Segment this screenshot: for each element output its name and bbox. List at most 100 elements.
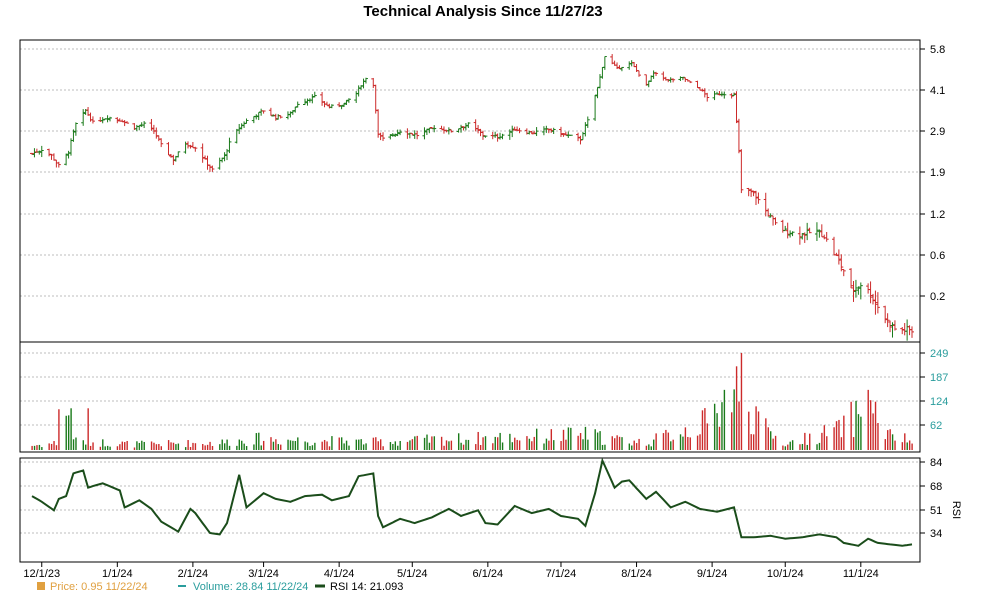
volume-bar xyxy=(755,406,757,450)
volume-bar xyxy=(126,440,128,450)
volume-bar xyxy=(109,446,111,450)
price-legend: Price: 0.95 11/22/24 xyxy=(50,581,148,593)
price-tick-label: 1.2 xyxy=(930,209,945,221)
volume-bar xyxy=(850,401,852,450)
volume-bar xyxy=(119,444,121,450)
volume-bar xyxy=(475,444,477,450)
volume-bar xyxy=(545,438,548,450)
volume-bar xyxy=(262,440,265,450)
volume-bar xyxy=(187,440,189,450)
volume-bar xyxy=(467,439,470,450)
x-tick-label: 8/1/24 xyxy=(621,568,652,580)
volume-bar xyxy=(50,443,53,450)
volume-bar xyxy=(297,437,299,450)
volume-bar xyxy=(457,433,460,450)
volume-bar xyxy=(189,447,192,450)
rsi-tick-label: 68 xyxy=(930,481,942,493)
volume-bar xyxy=(177,443,180,450)
volume-bar xyxy=(236,445,238,450)
volume-panel-grid xyxy=(20,352,920,426)
volume-bar xyxy=(358,439,360,450)
volume-bar xyxy=(582,439,584,450)
volume-bar xyxy=(53,441,55,450)
volume-bar xyxy=(328,446,331,450)
volume-bar xyxy=(287,439,289,450)
volume-bar xyxy=(911,443,913,450)
volume-bar xyxy=(833,427,835,450)
volume-bar xyxy=(492,443,494,450)
volume-bar xyxy=(150,441,153,450)
volume-bar xyxy=(570,427,572,450)
x-tick-label: 12/1/23 xyxy=(23,568,60,580)
volume-bar xyxy=(102,439,104,450)
volume-bar xyxy=(872,413,874,450)
volume-bar xyxy=(684,427,687,450)
volume-bar xyxy=(653,439,655,450)
volume-bar xyxy=(192,442,194,450)
rsi-tick-label: 84 xyxy=(930,457,942,469)
volume-bar xyxy=(770,431,772,450)
volume-bar xyxy=(816,444,818,450)
volume-bar xyxy=(906,442,908,450)
volume-bar xyxy=(514,437,516,450)
volume-bar xyxy=(31,445,33,450)
volume-bar xyxy=(258,432,260,450)
volume-bar xyxy=(292,440,294,450)
chart-title: Technical Analysis Since 11/27/23 xyxy=(363,3,602,20)
legend: Price: 0.95 11/22/24 Volume: 28.84 11/22… xyxy=(37,581,403,593)
volume-bar xyxy=(784,446,787,450)
rsi-panel-grid xyxy=(20,461,920,534)
volume-bar xyxy=(92,442,94,450)
volume-bar xyxy=(394,441,397,450)
volume-bar xyxy=(314,442,316,450)
volume-bar xyxy=(843,415,845,450)
volume-bar xyxy=(667,432,670,450)
volume-bar xyxy=(535,428,538,450)
volume-bar xyxy=(55,445,58,450)
volume-bar xyxy=(121,441,123,450)
volume-bar xyxy=(106,445,109,450)
volume-bar xyxy=(124,442,126,450)
volume-bar xyxy=(331,436,333,450)
x-tick-label: 2/1/24 xyxy=(178,568,209,580)
volume-bar xyxy=(901,442,904,450)
volume-bar xyxy=(599,431,601,450)
volume-bar xyxy=(289,440,292,450)
volume-bar xyxy=(706,423,709,450)
volume-bar xyxy=(679,434,682,450)
volume-bar xyxy=(869,400,872,450)
volume-bar xyxy=(138,442,141,450)
volume-bar xyxy=(618,436,621,450)
volume-bar xyxy=(226,439,228,450)
x-tick-label: 1/1/24 xyxy=(102,568,133,580)
volume-bar xyxy=(245,446,248,450)
volume-bar xyxy=(596,432,599,450)
volume-bar xyxy=(228,445,231,450)
volume-bar xyxy=(33,445,36,450)
volume-bar xyxy=(601,444,604,450)
volume-bar xyxy=(440,436,443,450)
price-panel-grid xyxy=(20,48,920,297)
volume-bar xyxy=(631,445,633,450)
volume-bar xyxy=(782,445,784,450)
volume-bar xyxy=(787,444,789,450)
volume-bar xyxy=(392,444,394,450)
volume-bar xyxy=(877,422,879,450)
volume-bar xyxy=(423,437,426,450)
volume-bar xyxy=(550,429,553,450)
volume-bar xyxy=(170,442,172,450)
volume-bar xyxy=(260,445,262,450)
volume-bar xyxy=(518,440,521,450)
volume-bar xyxy=(72,439,75,450)
volume-bar xyxy=(665,429,667,450)
volume-bar xyxy=(482,437,484,450)
volume-bar xyxy=(565,439,567,450)
volume-bar xyxy=(221,439,223,450)
volume-bar xyxy=(696,435,699,450)
volume-tick-label: 249 xyxy=(930,348,948,360)
price-panel-frame xyxy=(19,39,921,343)
volume-bar xyxy=(48,443,50,450)
volume-bar xyxy=(379,439,382,450)
volume-bar xyxy=(908,440,911,450)
volume-bar xyxy=(141,440,143,450)
